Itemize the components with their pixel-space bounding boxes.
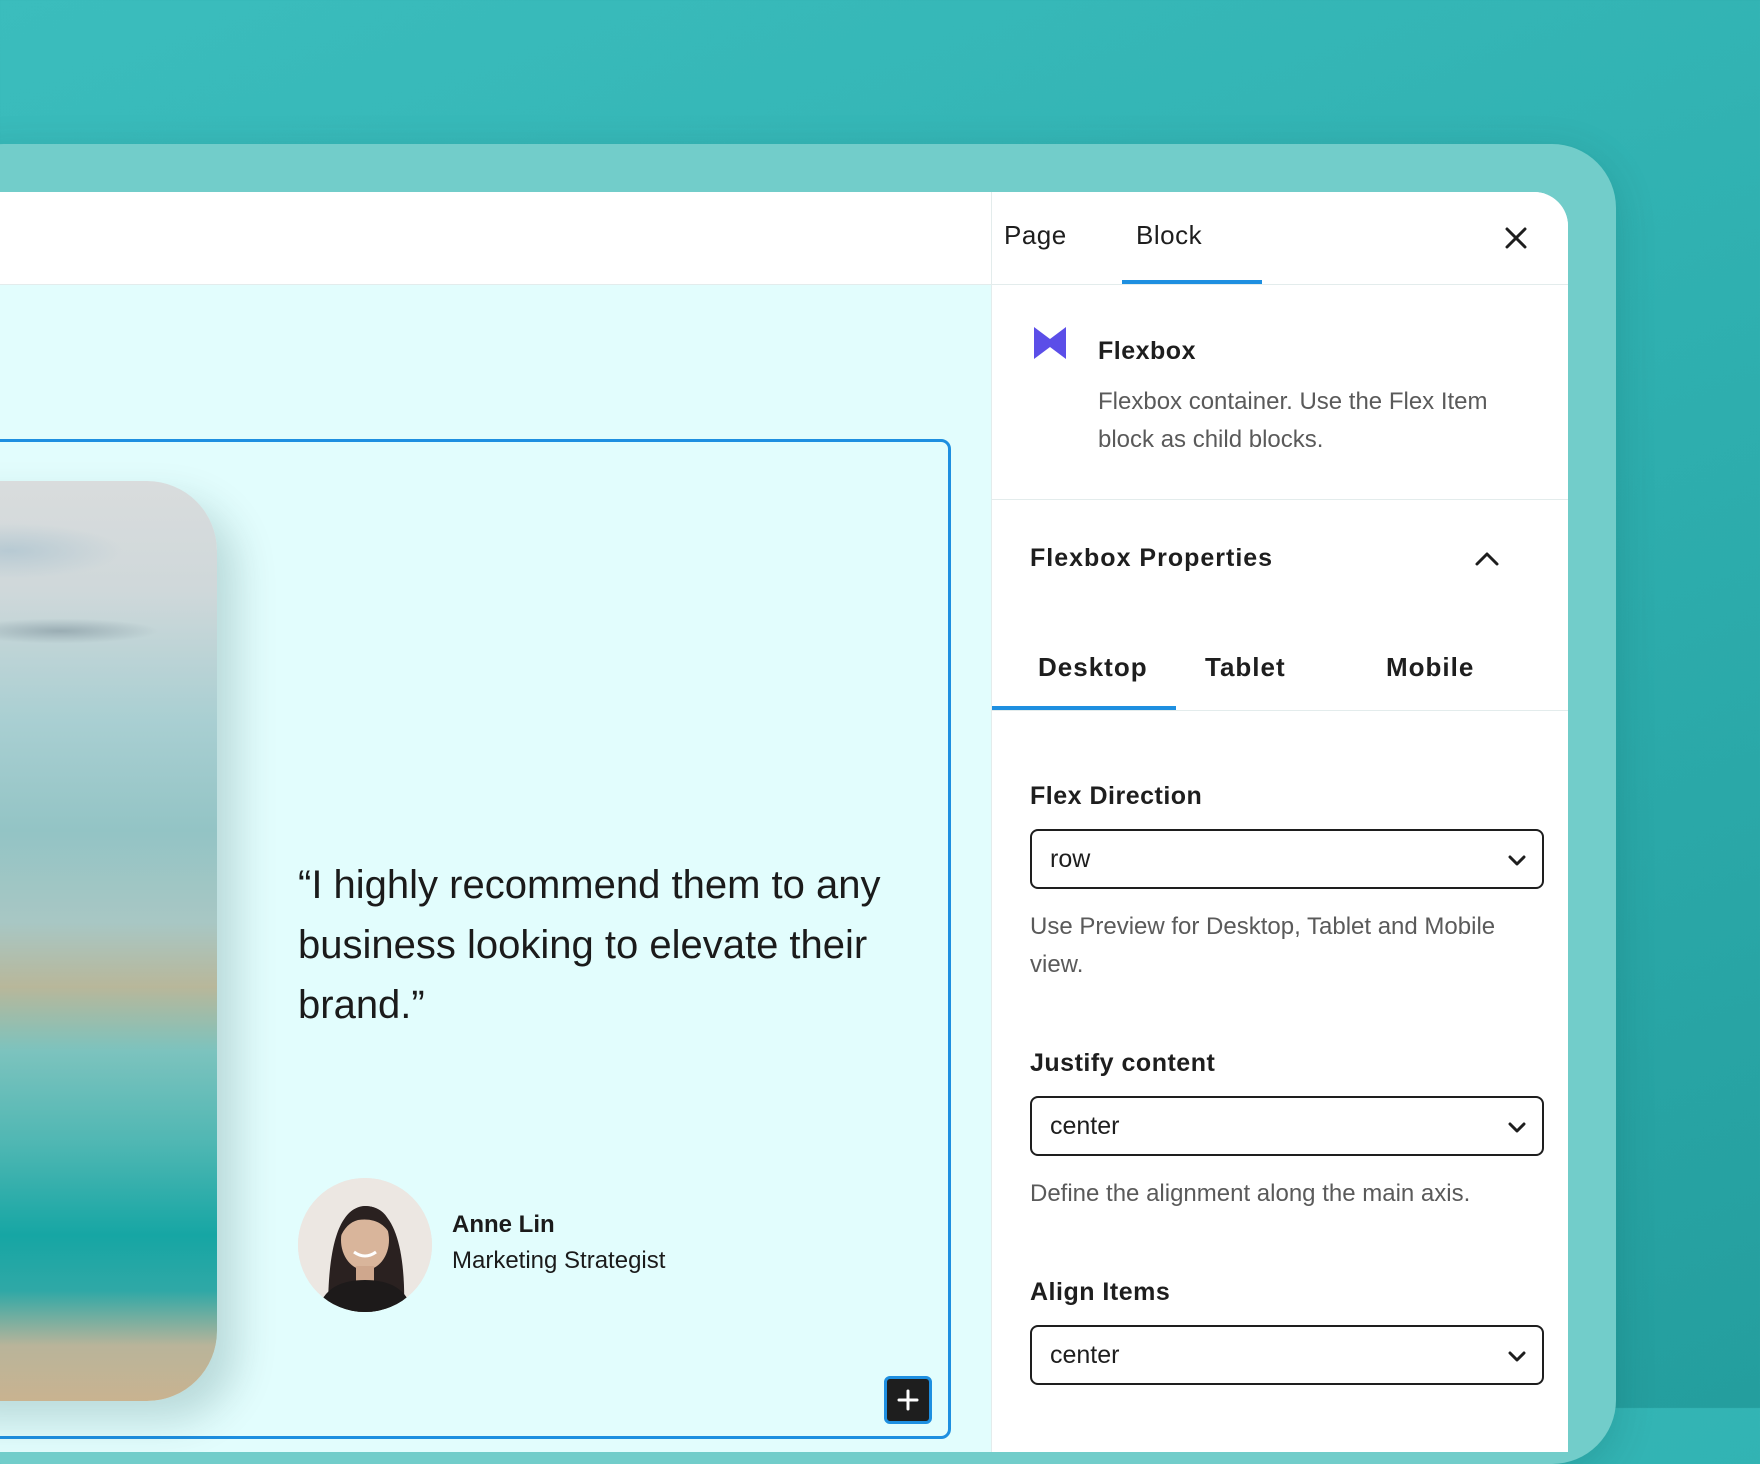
flex-direction-label: Flex Direction	[1030, 782, 1203, 810]
settings-sidebar: Page Block Flexbox Flexbox container. Us…	[991, 192, 1568, 1452]
editor-topbar	[0, 192, 991, 285]
active-device-indicator	[992, 706, 1176, 710]
tab-desktop[interactable]: Desktop	[1038, 652, 1148, 683]
close-icon	[1505, 227, 1527, 249]
testimonial-image	[0, 481, 217, 1401]
tab-mobile[interactable]: Mobile	[1386, 652, 1474, 683]
justify-content-help: Define the alignment along the main axis…	[1030, 1180, 1471, 1207]
flex-direction-value: row	[1050, 845, 1091, 873]
justify-content-label: Justify content	[1030, 1049, 1216, 1077]
chevron-down-icon	[1508, 1351, 1526, 1362]
block-description: Flexbox container. Use the Flex Item blo…	[1098, 388, 1488, 453]
chevron-down-icon	[1508, 1122, 1526, 1133]
tab-block[interactable]: Block	[1136, 220, 1202, 251]
image-detail	[0, 591, 217, 711]
active-tab-indicator	[1122, 280, 1262, 284]
testimonial-quote[interactable]: “I highly recommend them to any business…	[298, 855, 918, 1035]
flexbox-icon	[1032, 325, 1068, 361]
avatar-portrait	[298, 1178, 432, 1312]
sidebar-tabs: Page Block	[992, 192, 1568, 285]
editor-canvas[interactable]: “I highly recommend them to any business…	[0, 285, 991, 1452]
author-title: Marketing Strategist	[452, 1247, 666, 1274]
block-info: Flexbox Flexbox container. Use the Flex …	[992, 285, 1568, 500]
editor-window: “I highly recommend them to any business…	[0, 192, 1568, 1452]
chevron-up-icon[interactable]	[1472, 544, 1502, 574]
avatar	[298, 1178, 432, 1312]
flexbox-properties-header[interactable]: Flexbox Properties	[992, 500, 1568, 600]
plus-icon	[897, 1389, 919, 1411]
align-items-label: Align Items	[1030, 1278, 1171, 1306]
chevron-down-icon	[1508, 855, 1526, 866]
add-block-button[interactable]	[884, 1376, 932, 1424]
justify-content-select[interactable]: center	[1030, 1096, 1544, 1156]
align-items-select[interactable]: center	[1030, 1325, 1544, 1385]
author-name: Anne Lin	[452, 1211, 555, 1238]
justify-content-value: center	[1050, 1112, 1120, 1140]
align-items-value: center	[1050, 1341, 1120, 1369]
tab-page[interactable]: Page	[1004, 220, 1067, 251]
panel-title: Flexbox Properties	[1030, 544, 1274, 572]
tab-tablet[interactable]: Tablet	[1205, 652, 1286, 683]
device-tabs: Desktop Tablet Mobile	[992, 600, 1568, 711]
flex-direction-help: Use Preview for Desktop, Tablet and Mobi…	[1030, 913, 1496, 978]
close-sidebar-button[interactable]	[1500, 222, 1532, 254]
block-title: Flexbox	[1098, 337, 1196, 365]
flex-direction-select[interactable]: row	[1030, 829, 1544, 889]
